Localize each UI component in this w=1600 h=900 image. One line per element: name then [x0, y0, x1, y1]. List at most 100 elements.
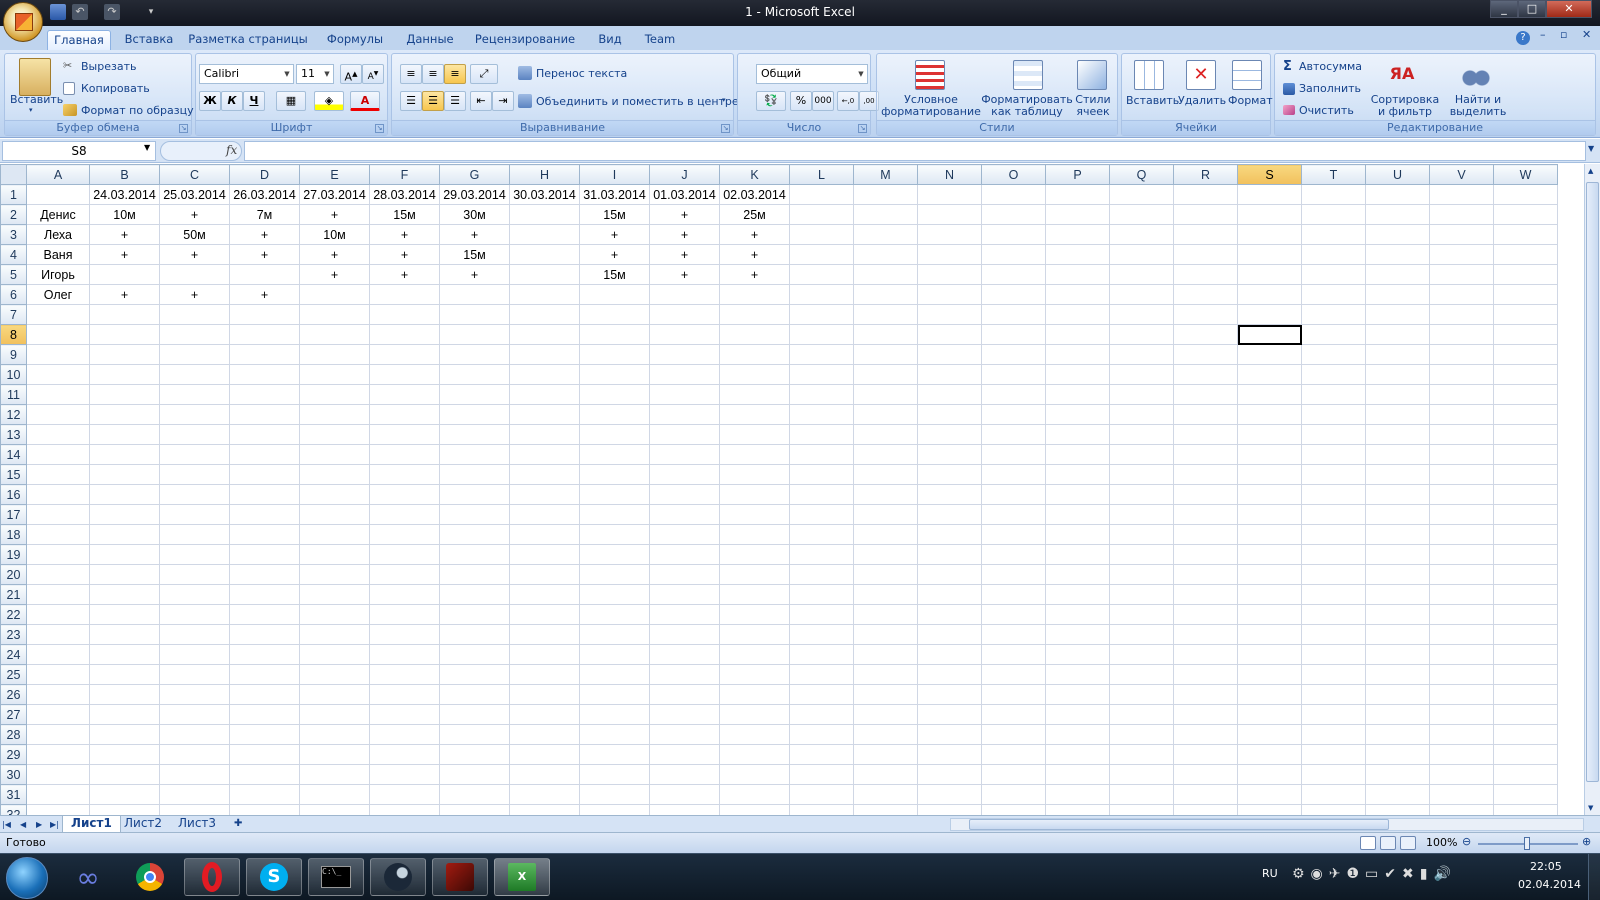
cell-l25[interactable] [789, 664, 854, 685]
cell-q15[interactable] [1109, 464, 1174, 485]
cell-k18[interactable] [719, 524, 790, 545]
cell-w23[interactable] [1493, 624, 1558, 645]
cell-o20[interactable] [981, 564, 1046, 585]
cell-a6[interactable]: Олег [26, 284, 90, 305]
cell-k3[interactable]: + [719, 224, 790, 245]
cell-g10[interactable] [439, 364, 510, 385]
cell-o15[interactable] [981, 464, 1046, 485]
cell-h27[interactable] [509, 704, 580, 725]
cell-s11[interactable] [1237, 384, 1302, 405]
horizontal-scroll-thumb[interactable] [969, 819, 1389, 830]
cell-r28[interactable] [1173, 724, 1238, 745]
cell-e6[interactable] [299, 284, 370, 305]
cell-d23[interactable] [229, 624, 300, 645]
cell-m26[interactable] [853, 684, 918, 705]
cell-p17[interactable] [1045, 504, 1110, 525]
cell-h21[interactable] [509, 584, 580, 605]
row-header[interactable]: 20 [0, 564, 27, 585]
cell-m20[interactable] [853, 564, 918, 585]
autosum-button[interactable]: Автосумма [1299, 60, 1362, 73]
cell-r8[interactable] [1173, 324, 1238, 345]
cell-p24[interactable] [1045, 644, 1110, 665]
cell-r30[interactable] [1173, 764, 1238, 785]
cell-a18[interactable] [26, 524, 90, 545]
name-box-dropdown-icon[interactable]: ▼ [144, 143, 150, 152]
cell-e17[interactable] [299, 504, 370, 525]
cell-h22[interactable] [509, 604, 580, 625]
cell-p8[interactable] [1045, 324, 1110, 345]
font-color-button[interactable]: A [350, 91, 380, 111]
cell-f20[interactable] [369, 564, 440, 585]
cell-n21[interactable] [917, 584, 982, 605]
tab-review[interactable]: Рецензирование [470, 30, 580, 50]
cell-d12[interactable] [229, 404, 300, 425]
cell-s12[interactable] [1237, 404, 1302, 425]
cell-k28[interactable] [719, 724, 790, 745]
cell-c32[interactable] [159, 804, 230, 815]
cell-v25[interactable] [1429, 664, 1494, 685]
cell-j7[interactable] [649, 304, 720, 325]
thousands-button[interactable]: 000 [812, 91, 834, 111]
cell-b25[interactable] [89, 664, 160, 685]
cell-b32[interactable] [89, 804, 160, 815]
cell-r24[interactable] [1173, 644, 1238, 665]
cell-v29[interactable] [1429, 744, 1494, 765]
cell-w21[interactable] [1493, 584, 1558, 605]
cell-g1[interactable]: 29.03.2014 [439, 184, 510, 205]
cell-d11[interactable] [229, 384, 300, 405]
cell-o2[interactable] [981, 204, 1046, 225]
cell-t4[interactable] [1301, 244, 1366, 265]
cell-w1[interactable] [1493, 184, 1558, 205]
cell-v21[interactable] [1429, 584, 1494, 605]
cell-r11[interactable] [1173, 384, 1238, 405]
row-header[interactable]: 30 [0, 764, 27, 785]
cell-o13[interactable] [981, 424, 1046, 445]
cell-g12[interactable] [439, 404, 510, 425]
cell-g28[interactable] [439, 724, 510, 745]
cell-u27[interactable] [1365, 704, 1430, 725]
cell-r17[interactable] [1173, 504, 1238, 525]
cell-r6[interactable] [1173, 284, 1238, 305]
cell-v26[interactable] [1429, 684, 1494, 705]
insert-sheet-icon[interactable]: ✚ [226, 816, 250, 833]
cell-m2[interactable] [853, 204, 918, 225]
increase-decimal-button[interactable]: ←,0 [837, 91, 859, 111]
cell-s24[interactable] [1237, 644, 1302, 665]
cell-o32[interactable] [981, 804, 1046, 815]
cell-f7[interactable] [369, 304, 440, 325]
cell-i16[interactable] [579, 484, 650, 505]
cell-i28[interactable] [579, 724, 650, 745]
cell-g11[interactable] [439, 384, 510, 405]
cell-b29[interactable] [89, 744, 160, 765]
cell-r7[interactable] [1173, 304, 1238, 325]
cell-k11[interactable] [719, 384, 790, 405]
cell-a23[interactable] [26, 624, 90, 645]
cell-v1[interactable] [1429, 184, 1494, 205]
cell-g22[interactable] [439, 604, 510, 625]
cell-b9[interactable] [89, 344, 160, 365]
cell-g26[interactable] [439, 684, 510, 705]
cell-f21[interactable] [369, 584, 440, 605]
cell-f9[interactable] [369, 344, 440, 365]
cell-p21[interactable] [1045, 584, 1110, 605]
page-break-view-icon[interactable] [1400, 836, 1416, 850]
cell-j8[interactable] [649, 324, 720, 345]
cell-t31[interactable] [1301, 784, 1366, 805]
cell-e4[interactable]: + [299, 244, 370, 265]
cell-n1[interactable] [917, 184, 982, 205]
cell-t25[interactable] [1301, 664, 1366, 685]
column-header-k[interactable]: K [719, 164, 790, 185]
row-header[interactable]: 21 [0, 584, 27, 605]
cell-d28[interactable] [229, 724, 300, 745]
cell-u6[interactable] [1365, 284, 1430, 305]
cell-l8[interactable] [789, 324, 854, 345]
show-desktop-button[interactable] [1588, 854, 1600, 900]
cell-e25[interactable] [299, 664, 370, 685]
cell-q25[interactable] [1109, 664, 1174, 685]
cell-a29[interactable] [26, 744, 90, 765]
column-header-d[interactable]: D [229, 164, 300, 185]
cell-s26[interactable] [1237, 684, 1302, 705]
cell-h25[interactable] [509, 664, 580, 685]
cell-d1[interactable]: 26.03.2014 [229, 184, 300, 205]
cell-l11[interactable] [789, 384, 854, 405]
